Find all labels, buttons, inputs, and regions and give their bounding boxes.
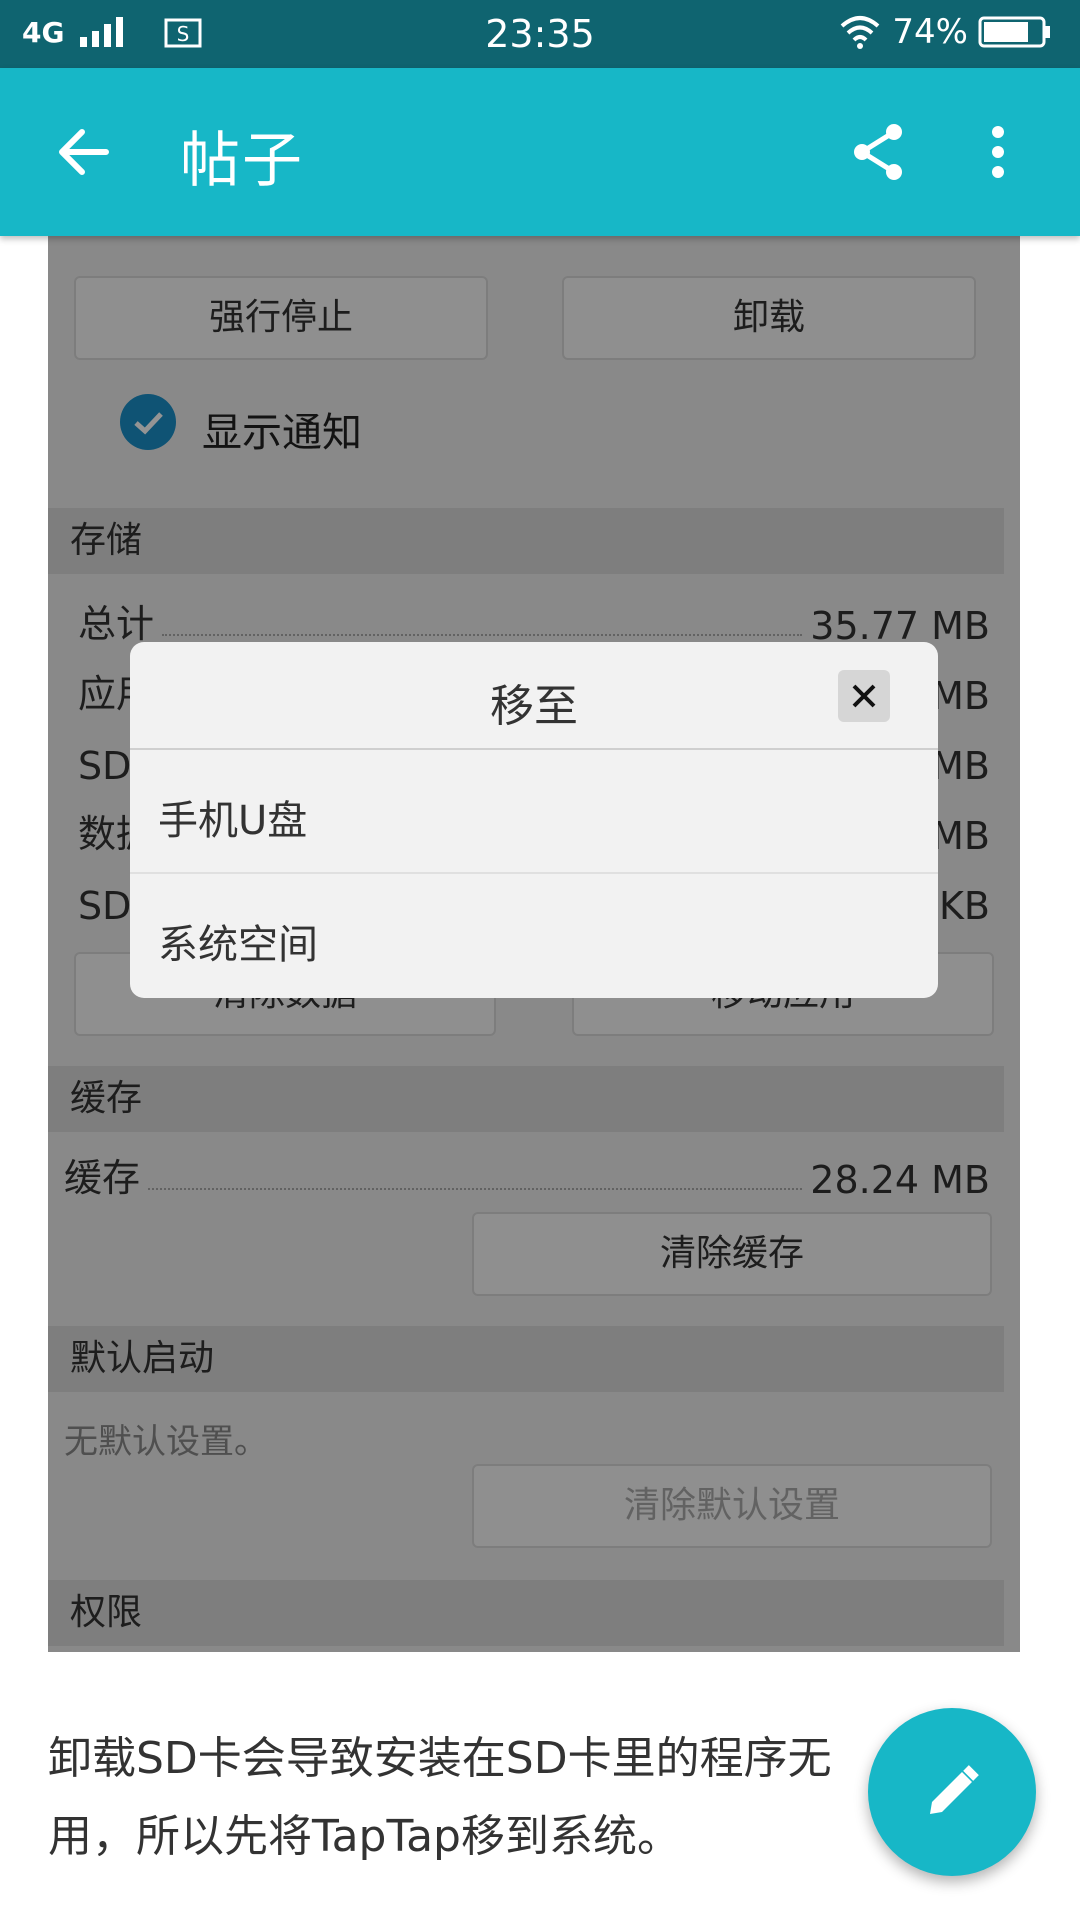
close-icon (838, 670, 890, 722)
dialog-divider (130, 748, 938, 750)
option-divider (130, 872, 938, 874)
back-arrow-icon[interactable] (52, 120, 116, 184)
post-image[interactable]: 强行停止 卸载 显示通知 存储 总计 35.77 MB 应用 MB SD MB 数据 M… (48, 236, 1020, 1652)
battery-percent: 74% (892, 12, 968, 52)
more-options-icon[interactable] (970, 120, 1026, 184)
edit-fab[interactable] (868, 1708, 1036, 1876)
option-system-space: 系统空间 (158, 922, 318, 968)
share-icon[interactable] (846, 120, 910, 184)
page-title: 帖子 (180, 126, 304, 196)
battery-icon (978, 16, 1050, 48)
status-bar: 4G S 23:35 74% (0, 0, 1080, 68)
wifi-icon (841, 16, 880, 49)
dialog-title: 移至 (490, 681, 578, 732)
pencil-icon (930, 1765, 979, 1814)
app-bar: 帖子 (0, 68, 1080, 236)
move-to-dialog: 移至 手机U盘 系统空间 (130, 642, 938, 998)
post-body-text: 卸载SD卡会导致安装在SD卡里的程序无用，所以先将TapTap移到系统。 (48, 1733, 832, 1862)
option-phone-usb: 手机U盘 (158, 798, 308, 844)
